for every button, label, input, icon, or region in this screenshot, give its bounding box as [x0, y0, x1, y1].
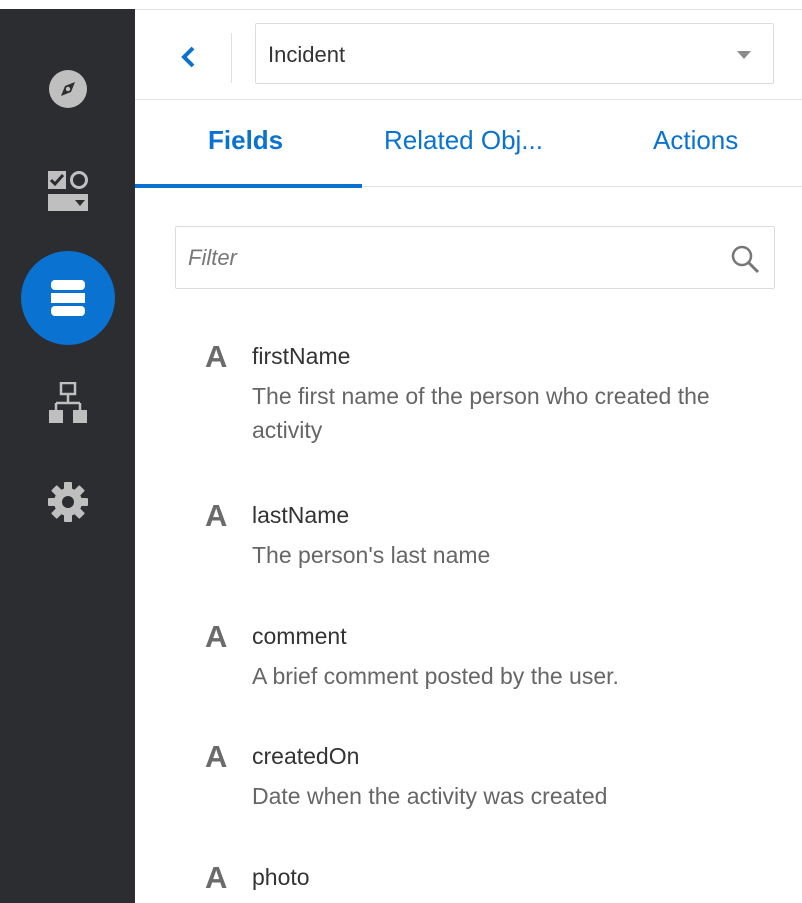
- tab-fields[interactable]: Fields: [208, 125, 283, 156]
- business-object-select[interactable]: Incident: [255, 23, 774, 84]
- field-description: Date when the activity was created: [252, 783, 608, 809]
- field-description: The person's last name: [252, 542, 491, 568]
- field-item[interactable]: A comment A brief comment posted by the …: [205, 620, 785, 700]
- field-item[interactable]: A lastName The person's last name: [205, 499, 785, 579]
- caret-down-icon: [737, 51, 751, 59]
- field-description: A brief comment posted by the user.: [252, 663, 619, 689]
- sidebar-item-data[interactable]: [0, 251, 135, 345]
- field-item[interactable]: A photo: [205, 861, 785, 901]
- main-panel: Incident Fields Related Obj... Actions A…: [135, 9, 802, 903]
- field-description: The first name of the person who created…: [252, 383, 710, 443]
- sidebar-item-explore[interactable]: [0, 49, 135, 129]
- text-type-icon: A: [205, 860, 228, 895]
- field-item[interactable]: A firstName The first name of the person…: [205, 340, 785, 460]
- form-controls-icon: [47, 171, 88, 211]
- field-name: lastName: [252, 502, 350, 528]
- compass-icon: [48, 70, 87, 108]
- text-type-icon: A: [205, 739, 228, 774]
- filter-input[interactable]: [176, 227, 716, 288]
- sidebar-item-flows[interactable]: [0, 364, 135, 444]
- field-name: photo: [252, 864, 310, 890]
- field-name: comment: [252, 623, 347, 649]
- chevron-left-icon: [181, 46, 195, 68]
- top-strip: [0, 0, 802, 9]
- sidebar-active-indicator: [20, 251, 115, 345]
- active-tab-indicator: [135, 184, 362, 188]
- sidebar-item-settings[interactable]: [0, 462, 135, 542]
- text-type-icon: A: [205, 619, 228, 654]
- business-object-select-value: Incident: [268, 42, 346, 67]
- field-name: createdOn: [252, 743, 360, 769]
- text-type-icon: A: [205, 339, 228, 374]
- tab-related-objects[interactable]: Related Obj...: [384, 125, 543, 156]
- text-type-icon: A: [205, 498, 228, 533]
- database-icon: [50, 280, 85, 316]
- back-button[interactable]: [173, 39, 203, 75]
- top-border: [135, 9, 802, 10]
- page: Incident Fields Related Obj... Actions A…: [0, 0, 802, 903]
- filter-box: [175, 226, 775, 289]
- field-item[interactable]: A createdOn Date when the activity was c…: [205, 740, 785, 820]
- search-icon[interactable]: [730, 244, 760, 274]
- gear-icon: [47, 482, 88, 522]
- header-divider-line: [135, 99, 802, 100]
- sidebar-item-components[interactable]: [0, 151, 135, 231]
- field-name: firstName: [252, 343, 351, 369]
- sidebar: [0, 9, 135, 903]
- hierarchy-icon: [48, 382, 87, 423]
- tab-actions[interactable]: Actions: [653, 125, 738, 156]
- header-divider: [231, 33, 232, 83]
